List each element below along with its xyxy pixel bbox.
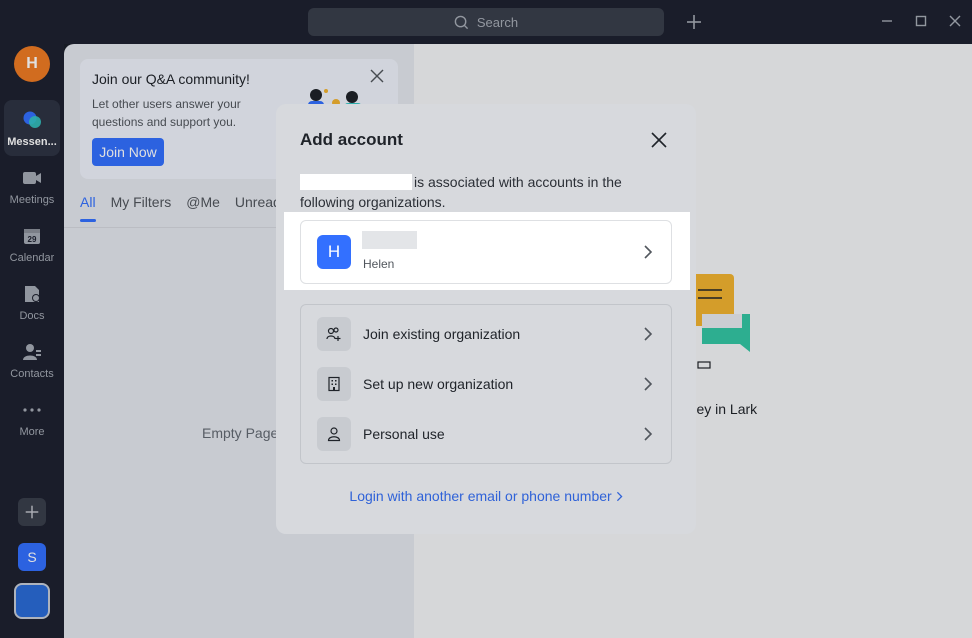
redacted-organization-name [362,231,417,249]
option-label: Join existing organization [363,326,521,342]
chevron-right-icon [644,245,653,259]
organization-user-name: Helen [363,257,395,271]
organization-card[interactable]: H Helen [300,220,672,284]
login-another-account-link[interactable]: Login with another email or phone number [276,488,696,504]
dialog-description: is associated with accounts in the follo… [300,172,672,212]
dialog-title: Add account [300,130,403,149]
add-account-dialog: Add account is associated with accounts … [276,104,696,534]
add-people-icon [317,317,351,351]
join-existing-organization-option[interactable]: Join existing organization [317,317,657,351]
chevron-right-icon [644,327,653,341]
chevron-right-icon [644,377,653,391]
building-icon [317,367,351,401]
option-label: Set up new organization [363,376,514,392]
set-up-new-organization-option[interactable]: Set up new organization [317,367,657,401]
person-icon [317,417,351,451]
redacted-email [300,174,412,190]
chevron-right-icon [616,491,623,502]
option-label: Personal use [363,426,445,442]
close-dialog-icon[interactable] [650,131,668,149]
chevron-right-icon [644,427,653,441]
login-link-text: Login with another email or phone number [349,488,612,504]
personal-use-option[interactable]: Personal use [317,417,657,451]
organization-avatar: H [317,235,351,269]
organization-options: Join existing organization Set up new or… [300,304,672,464]
